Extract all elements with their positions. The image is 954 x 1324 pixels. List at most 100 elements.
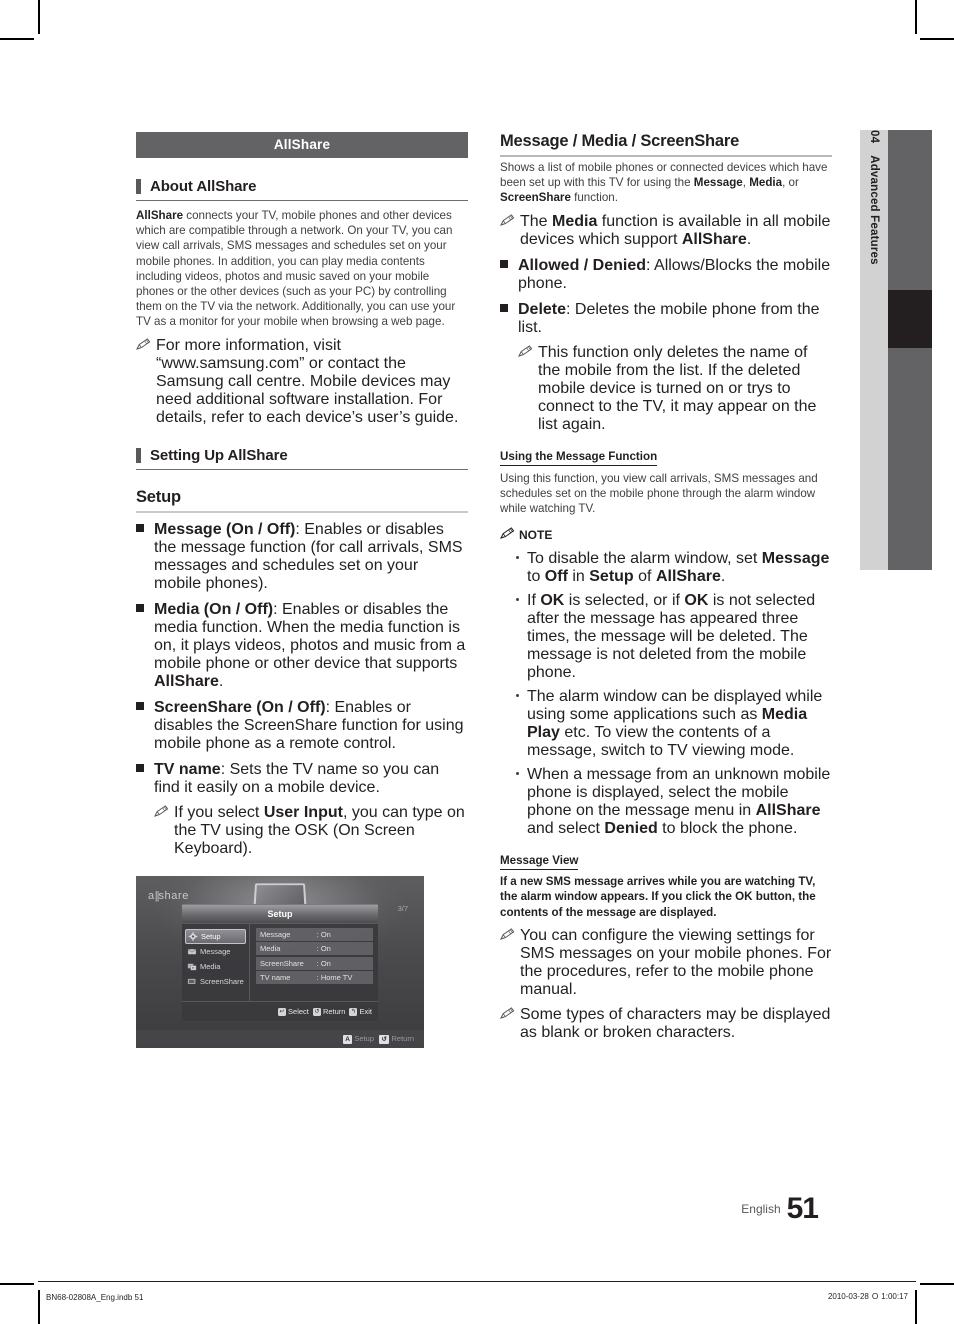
osd-row-tv-name[interactable]: TV name : Home TV (256, 971, 373, 985)
a-button-icon: A (342, 1034, 353, 1044)
chapter-tab-dark-strip (888, 130, 932, 570)
tv-setup-screenshot-figure: a||share 3/7 Setup Setup Message Media S… (136, 875, 424, 1048)
return-arrow-icon: ↺ (379, 1034, 390, 1044)
note-heading: NOTE (500, 526, 832, 544)
crop-mark-bottom-right-vertical (915, 1290, 917, 1324)
footer-file-reference: BN68-02808A_Eng.indb 51 (46, 1293, 144, 1302)
note-bullet-unknown-phone-text: When a message from an unknown mobile ph… (527, 766, 831, 838)
chapter-tab-marker (888, 290, 932, 348)
note-bullet-unknown-phone: When a message from an unknown mobile ph… (516, 766, 832, 838)
setup-item-tv-name-term: TV name (154, 760, 221, 778)
media-note-1: The (520, 212, 553, 230)
media-note-3: . (746, 230, 752, 248)
figure-page-indicator: 3/7 (397, 903, 408, 913)
note-bullet-disable-alarm: To disable the alarm window, set Message… (516, 550, 832, 586)
osd-menu-item-screenshare-label: ScreenShare (200, 977, 244, 987)
heading-message-view: Message View (500, 854, 579, 871)
osd-row-screenshare-value: : On (316, 958, 331, 968)
osd-row-message-key: Message (260, 929, 291, 939)
note-delete-behaviour: This function only deletes the name of t… (518, 344, 832, 434)
envelope-icon (187, 949, 197, 955)
note-media-availability: The Media function is available in all m… (500, 213, 832, 249)
osd-row-message[interactable]: Message : On (256, 927, 373, 941)
gear-icon (188, 931, 198, 941)
bottom-hint-return: ↺ Return (379, 1034, 414, 1044)
note-user-input-pre: If you select (174, 803, 264, 821)
note-bullet-alarm-window-apps-text: The alarm window can be displayed while … (527, 688, 823, 760)
osd-row-screenshare[interactable]: ScreenShare : On (256, 956, 373, 970)
right-intro-paragraph: Shows a list of mobile phones or connect… (500, 160, 832, 206)
osd-menu-item-message-label: Message (200, 947, 231, 957)
osd-hint-return-label: Return (322, 1006, 346, 1016)
crop-mark-bottom-left-horizontal (0, 1283, 34, 1285)
note-label: NOTE (519, 528, 553, 543)
note-user-input-bold: User Input (263, 803, 343, 821)
media-note-b1: Media (552, 212, 598, 230)
osd-menu-item-setup[interactable]: Setup (185, 928, 246, 944)
item-delete: Delete: Deletes the mobile phone from th… (500, 301, 832, 337)
heading-message-media-screenshare: Message / Media / ScreenShare (500, 132, 832, 157)
setup-item-media-body: Media (On / Off): Enables or disables th… (154, 601, 468, 691)
item-delete-term: Delete (518, 300, 567, 318)
osd-title: Setup (182, 904, 378, 923)
note-about-text: For more information, visit “www.samsung… (156, 336, 459, 426)
heading-setup: Setup (136, 488, 468, 513)
setup-item-message-term: Message (On / Off) (154, 520, 296, 538)
figure-bottom-hint-bar: A Setup ↺ Return (136, 1029, 424, 1048)
osd-hint-exit-label: Exit (359, 1006, 372, 1016)
osd-row-tv-name-value: : Home TV (316, 973, 353, 983)
setup-item-screenshare-body: ScreenShare (On / Off): Enables or disab… (154, 699, 468, 753)
setup-item-message-body: Message (On / Off): Enables or disables … (154, 521, 468, 593)
note-user-input-text: If you select User Input, you can type o… (174, 804, 468, 858)
osd-menu-item-screenshare[interactable]: ScreenShare (185, 975, 246, 989)
osd-row-media-value: : On (316, 944, 331, 954)
footer-timestamp: 2010-03-28 Ｏ 1:00:17 (827, 1292, 908, 1301)
right-intro-3: , or (782, 176, 799, 190)
note-bullet-ok-selection-text: If OK is selected, or if OK is not selec… (527, 592, 816, 682)
dot-bullet-icon (516, 772, 519, 776)
osd-menu-item-setup-label: Setup (201, 931, 221, 941)
osd-row-screenshare-key: ScreenShare (260, 958, 304, 968)
osd-menu-item-media[interactable]: Media (185, 960, 246, 974)
setup-item-media-tail: . (218, 672, 224, 690)
allshare-logo: a||share (148, 889, 189, 902)
pencil-icon (518, 344, 534, 357)
section-banner-allshare: AllShare (136, 132, 468, 158)
pencil-icon (500, 1006, 516, 1019)
heading-setting-up-allshare: Setting Up AllShare (136, 447, 468, 470)
osd-row-media-key: Media (260, 944, 281, 954)
setup-item-media-term: Media (On / Off) (154, 600, 274, 618)
heading-about-allshare: About AllShare (136, 178, 468, 201)
osd-menu-list: Setup Message Media ScreenShare (182, 923, 250, 1001)
dot-bullet-icon (516, 556, 519, 560)
square-bullet-icon (500, 260, 508, 269)
osd-menu-item-message[interactable]: Message (185, 945, 246, 959)
note-sms-view-settings-text: You can configure the viewing settings f… (520, 926, 832, 998)
dot-bullet-icon (516, 598, 519, 602)
pencil-icon (500, 526, 515, 544)
footer-divider (38, 1281, 916, 1282)
right-column: Message / Media / ScreenShare Shows a li… (500, 132, 832, 1042)
osd-hint-select: ↵ Select (278, 1007, 309, 1016)
screen-icon (187, 978, 196, 985)
osd-settings-list: Message : On Media : On ScreenShare : On… (250, 924, 378, 1001)
setup-item-tv-name-body: TV name: Sets the TV name so you can fin… (154, 761, 468, 797)
allshare-logo-text: share (158, 889, 189, 902)
dot-bullet-icon (516, 694, 519, 698)
osd-hint-return: ↺ Return (312, 1006, 346, 1016)
crop-mark-top-right-vertical (915, 0, 917, 34)
chapter-number: 04 (868, 130, 880, 144)
osd-menu-item-media-label: Media (200, 962, 221, 972)
crop-mark-bottom-left-vertical (38, 1290, 40, 1324)
pencil-icon (154, 804, 170, 817)
exit-key-icon: ↰ (349, 1007, 358, 1016)
osd-row-message-value: : On (316, 929, 331, 939)
about-allshare-paragraph: AllShare connects your TV, mobile phones… (136, 208, 468, 330)
osd-row-media[interactable]: Media : On (256, 942, 373, 956)
setup-item-message: Message (On / Off): Enables or disables … (136, 521, 468, 593)
right-intro-b1: Message (693, 176, 743, 190)
bottom-hint-setup-label: Setup (354, 1033, 375, 1043)
return-key-icon: ↺ (312, 1007, 321, 1016)
square-bullet-icon (136, 702, 144, 711)
about-lead-bold: AllShare (136, 209, 184, 222)
